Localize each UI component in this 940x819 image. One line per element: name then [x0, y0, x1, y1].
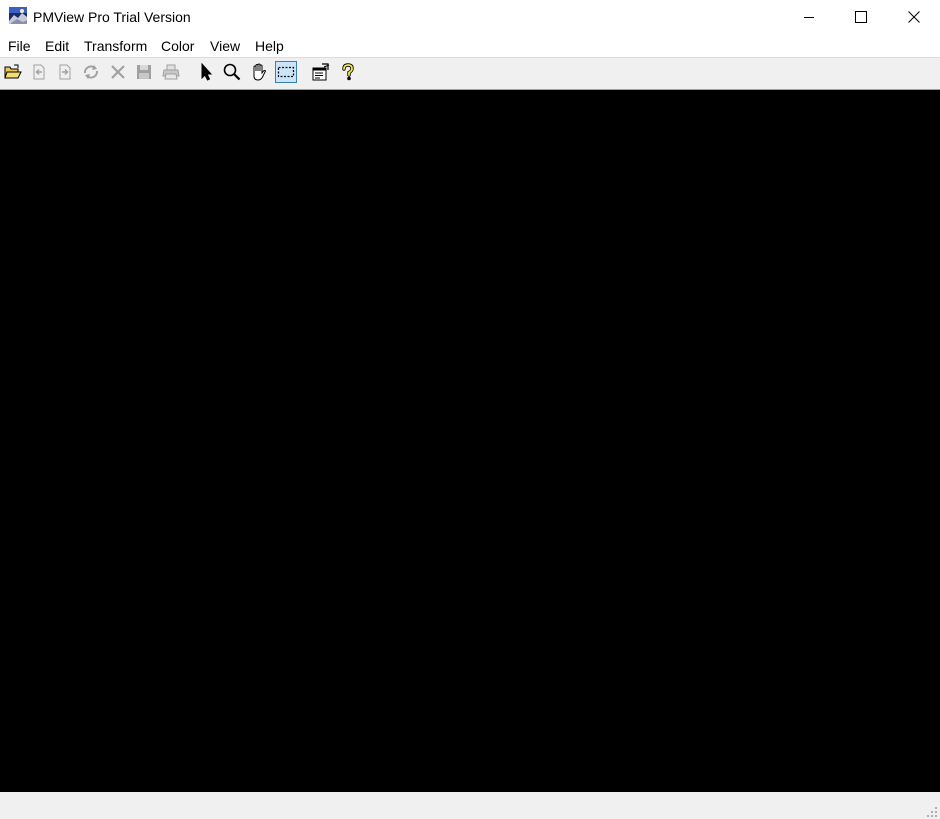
maximize-icon	[855, 10, 867, 23]
rectangle-select-tool-button[interactable]	[275, 61, 297, 83]
refresh-icon	[84, 65, 98, 79]
image-canvas[interactable]	[0, 90, 940, 792]
pointer-tool-button[interactable]	[195, 61, 217, 83]
next-image-icon	[59, 64, 71, 80]
save-icon	[137, 65, 151, 79]
close-icon	[908, 10, 920, 23]
next-image-button[interactable]	[54, 61, 76, 83]
refresh-button[interactable]	[80, 61, 102, 83]
status-bar	[0, 792, 940, 819]
menu-help[interactable]: Help	[255, 38, 284, 54]
delete-button[interactable]	[107, 61, 129, 83]
pan-tool-button[interactable]	[248, 61, 270, 83]
pmview-app-icon[interactable]	[9, 7, 27, 24]
print-button[interactable]	[160, 61, 182, 83]
menu-file[interactable]: File	[8, 38, 31, 54]
print-icon	[162, 64, 180, 80]
previous-image-icon	[33, 64, 45, 80]
delete-icon	[111, 65, 125, 79]
maximize-button[interactable]	[835, 0, 887, 33]
menu-bar: File Edit Transform Color View Help	[0, 33, 940, 57]
properties-icon	[312, 63, 330, 81]
help-button[interactable]	[337, 61, 359, 83]
magnifier-icon	[223, 63, 241, 81]
hand-pan-icon	[253, 63, 267, 81]
help-question-icon	[342, 63, 354, 81]
resize-grip-icon[interactable]	[926, 805, 938, 817]
toolbar	[0, 58, 940, 89]
menu-view[interactable]: View	[210, 38, 240, 54]
properties-button[interactable]	[310, 61, 332, 83]
window-title: PMView Pro Trial Version	[33, 9, 191, 25]
save-button[interactable]	[133, 61, 155, 83]
menu-edit[interactable]: Edit	[45, 38, 69, 54]
zoom-tool-button[interactable]	[221, 61, 243, 83]
rectangle-select-icon	[277, 66, 295, 78]
open-folder-icon	[4, 64, 22, 79]
menu-color[interactable]: Color	[161, 38, 194, 54]
minimize-icon	[804, 16, 814, 18]
pointer-arrow-icon	[201, 63, 213, 81]
title-bar[interactable]: PMView Pro Trial Version	[0, 0, 940, 33]
minimize-button[interactable]	[783, 0, 835, 33]
open-button[interactable]	[2, 61, 24, 83]
close-button[interactable]	[888, 0, 940, 33]
menu-transform[interactable]: Transform	[84, 38, 147, 54]
previous-image-button[interactable]	[28, 61, 50, 83]
